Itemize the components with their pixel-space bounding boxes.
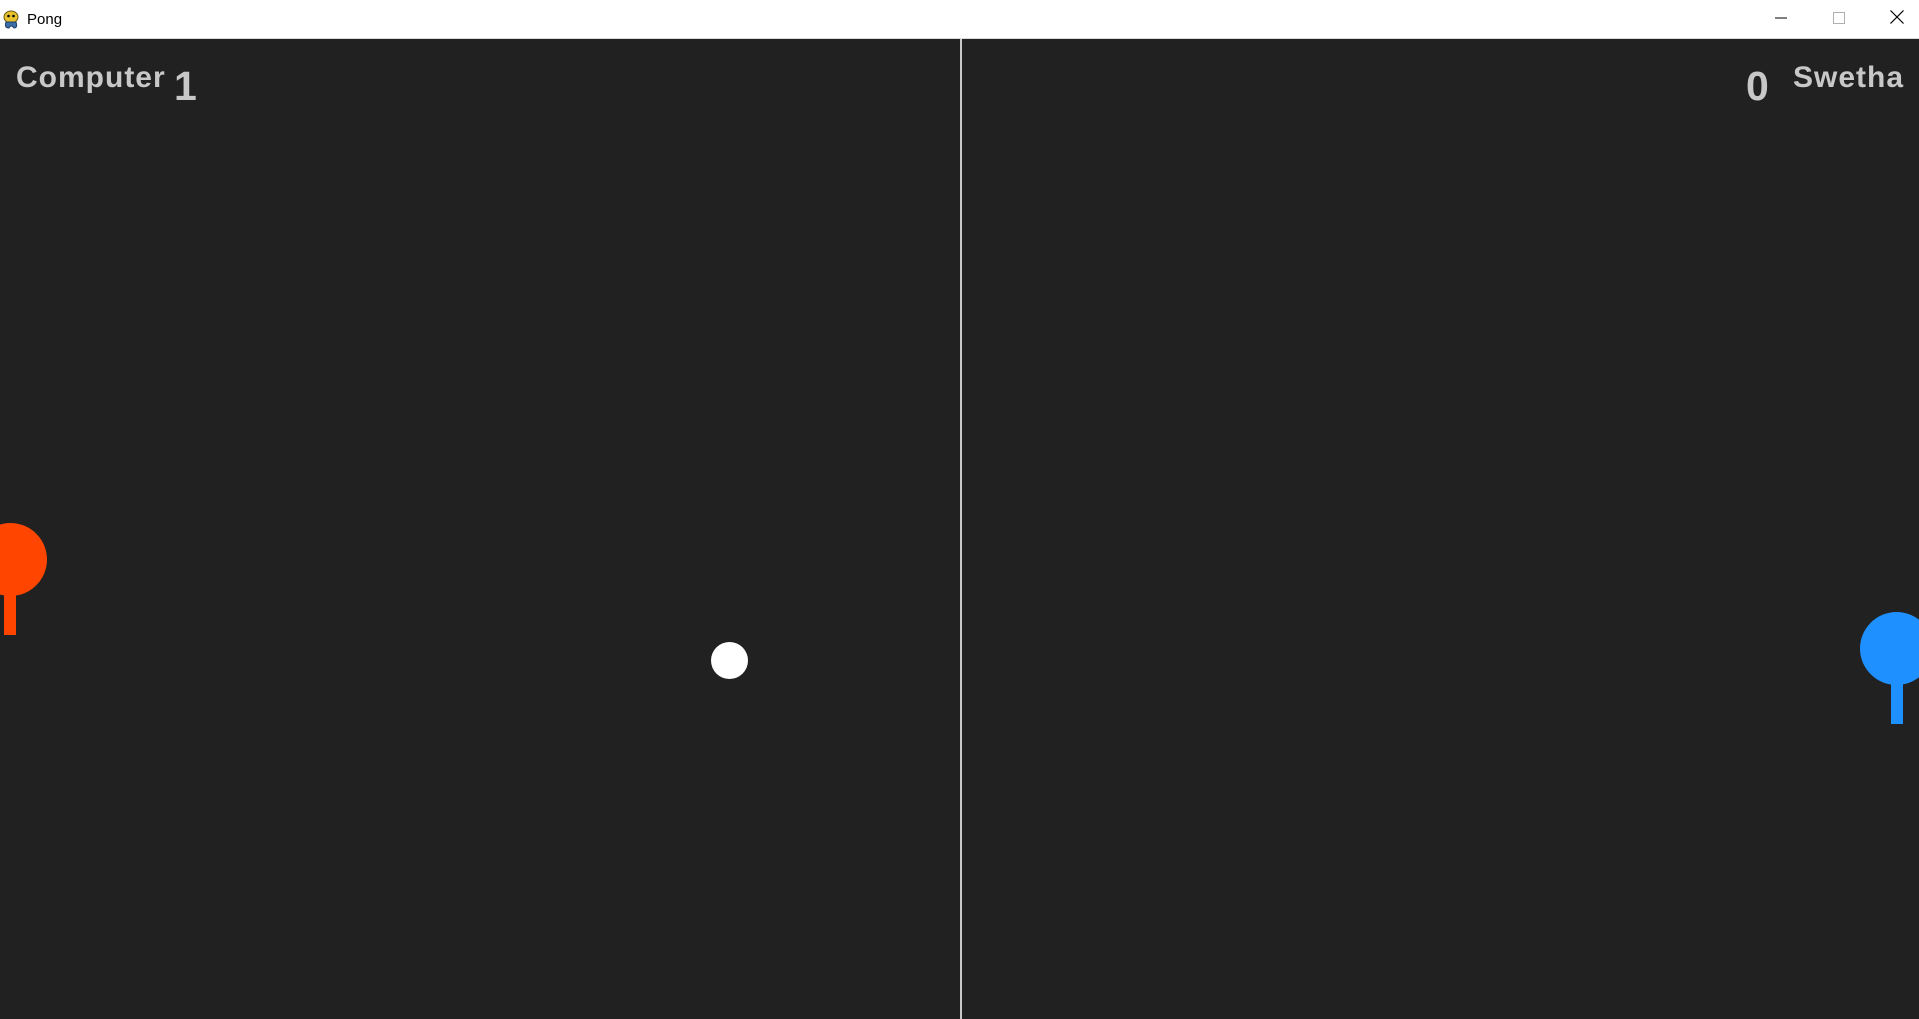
ball bbox=[711, 642, 748, 679]
right-paddle-head bbox=[1860, 612, 1919, 685]
pygame-snake-icon bbox=[2, 10, 20, 30]
pong-window: Pong Computer 1 0 Swetha bbox=[0, 0, 1919, 1019]
window-title: Pong bbox=[27, 11, 63, 28]
right-player-name: Swetha bbox=[1792, 61, 1904, 94]
minimize-icon bbox=[1775, 11, 1787, 29]
game-canvas[interactable]: Computer 1 0 Swetha bbox=[0, 39, 1919, 1019]
right-paddle-handle bbox=[1891, 679, 1903, 724]
close-icon bbox=[1890, 10, 1904, 29]
left-player-score: 1 bbox=[174, 63, 197, 109]
left-paddle-head bbox=[0, 523, 47, 596]
right-player-score: 0 bbox=[1746, 63, 1769, 109]
maximize-icon bbox=[1833, 11, 1845, 29]
minimize-button[interactable] bbox=[1752, 0, 1810, 39]
title-bar[interactable]: Pong bbox=[0, 0, 1919, 39]
maximize-button[interactable] bbox=[1810, 0, 1868, 39]
left-player-name: Computer bbox=[16, 61, 166, 94]
center-divider bbox=[960, 39, 962, 1019]
close-button[interactable] bbox=[1868, 0, 1919, 39]
left-paddle-handle bbox=[4, 589, 16, 635]
